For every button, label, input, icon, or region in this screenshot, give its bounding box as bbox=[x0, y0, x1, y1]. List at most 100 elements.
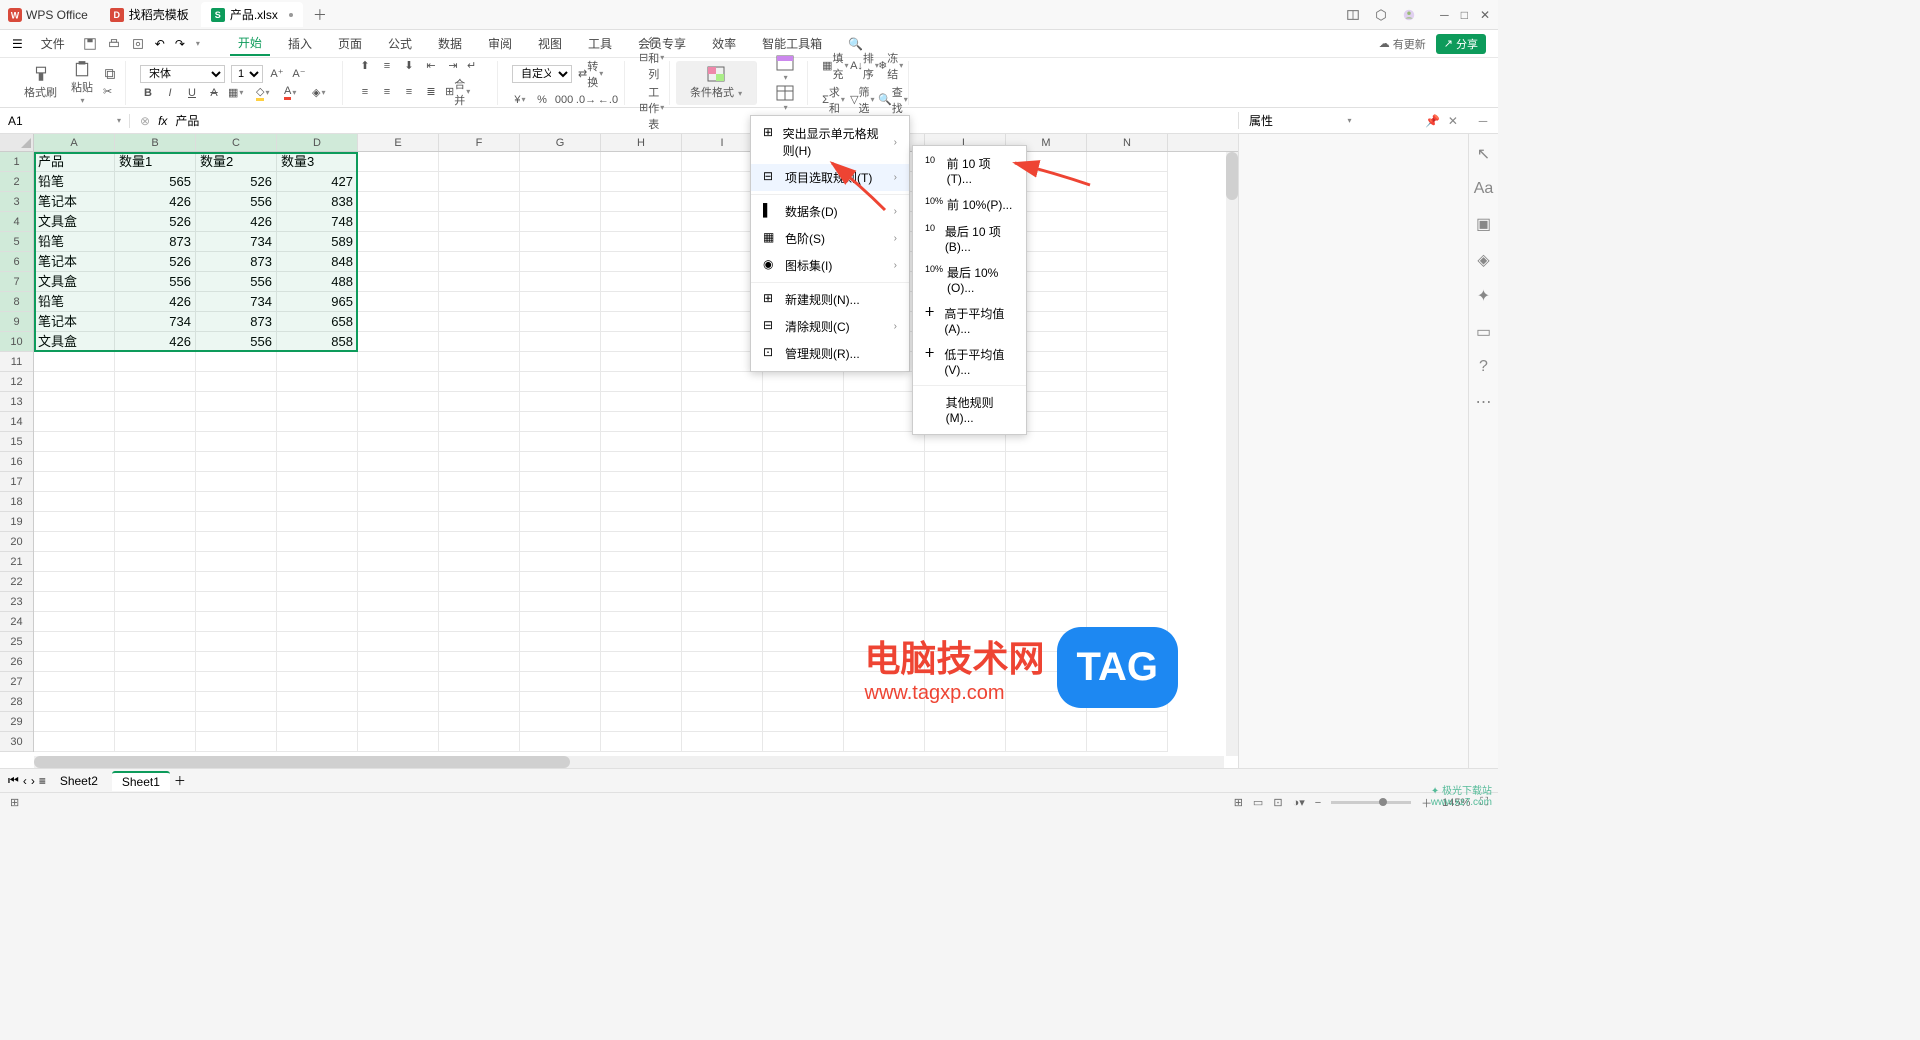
share-button[interactable]: ↗ 分享 bbox=[1436, 34, 1486, 54]
object-tool-icon[interactable]: ▭ bbox=[1476, 322, 1491, 342]
cell[interactable] bbox=[1087, 312, 1168, 332]
cell[interactable] bbox=[115, 452, 196, 472]
cell[interactable] bbox=[520, 732, 601, 752]
file-menu[interactable]: 文件 bbox=[33, 32, 73, 55]
cell[interactable]: 848 bbox=[277, 252, 358, 272]
cell-style-button[interactable]: ▾ bbox=[771, 54, 799, 82]
cell[interactable]: 556 bbox=[196, 272, 277, 292]
cell[interactable] bbox=[682, 392, 763, 412]
search-icon[interactable]: 🔍 bbox=[848, 37, 863, 51]
cell[interactable] bbox=[196, 472, 277, 492]
cell[interactable] bbox=[763, 592, 844, 612]
cell[interactable] bbox=[844, 452, 925, 472]
submenu-top-10-percent[interactable]: 10%前 10%(P)... bbox=[913, 191, 1026, 218]
row-header[interactable]: 17 bbox=[0, 472, 33, 492]
cell[interactable]: 笔记本 bbox=[34, 312, 115, 332]
cell[interactable] bbox=[439, 352, 520, 372]
select-tool-icon[interactable]: ↖ bbox=[1477, 144, 1490, 164]
conditional-format-button[interactable]: 条件格式 ▾ bbox=[684, 63, 748, 102]
cell[interactable] bbox=[34, 652, 115, 672]
cell[interactable] bbox=[682, 512, 763, 532]
cell[interactable] bbox=[520, 252, 601, 272]
cell[interactable]: 556 bbox=[115, 272, 196, 292]
cell[interactable] bbox=[1087, 252, 1168, 272]
cell[interactable] bbox=[925, 572, 1006, 592]
cell[interactable] bbox=[520, 672, 601, 692]
column-header[interactable]: E bbox=[358, 134, 439, 151]
cell[interactable] bbox=[196, 652, 277, 672]
row-header[interactable]: 2 bbox=[0, 172, 33, 192]
cell[interactable] bbox=[682, 612, 763, 632]
cell[interactable] bbox=[358, 292, 439, 312]
cell[interactable]: 文具盒 bbox=[34, 332, 115, 352]
cell[interactable] bbox=[358, 692, 439, 712]
cell[interactable] bbox=[439, 192, 520, 212]
cell[interactable] bbox=[520, 352, 601, 372]
cell[interactable] bbox=[34, 572, 115, 592]
font-family-select[interactable]: 宋体 bbox=[140, 65, 225, 83]
cell[interactable] bbox=[1087, 712, 1168, 732]
ribbon-tab-smart[interactable]: 智能工具箱 bbox=[754, 32, 830, 55]
cell[interactable] bbox=[682, 672, 763, 692]
cell[interactable] bbox=[1087, 152, 1168, 172]
cell[interactable] bbox=[1006, 452, 1087, 472]
cell[interactable] bbox=[115, 492, 196, 512]
cell[interactable] bbox=[1087, 572, 1168, 592]
cell[interactable] bbox=[358, 392, 439, 412]
cell[interactable] bbox=[115, 732, 196, 752]
cell[interactable] bbox=[682, 632, 763, 652]
cell[interactable] bbox=[115, 612, 196, 632]
ribbon-tab-tools[interactable]: 工具 bbox=[580, 32, 620, 55]
align-middle-icon[interactable]: ≡ bbox=[379, 58, 395, 74]
cell[interactable] bbox=[763, 412, 844, 432]
cell[interactable] bbox=[682, 372, 763, 392]
cell[interactable] bbox=[763, 612, 844, 632]
cell[interactable] bbox=[277, 692, 358, 712]
increase-indent-icon[interactable]: ⇥ bbox=[445, 58, 461, 74]
cell[interactable] bbox=[763, 692, 844, 712]
row-header[interactable]: 24 bbox=[0, 612, 33, 632]
cell[interactable] bbox=[277, 512, 358, 532]
cell[interactable] bbox=[439, 432, 520, 452]
cell[interactable] bbox=[601, 652, 682, 672]
sheet-prev-icon[interactable]: ‹ bbox=[23, 774, 27, 788]
cell[interactable] bbox=[358, 272, 439, 292]
cell[interactable] bbox=[763, 472, 844, 492]
row-header[interactable]: 7 bbox=[0, 272, 33, 292]
cell[interactable] bbox=[1006, 532, 1087, 552]
row-header[interactable]: 1 bbox=[0, 152, 33, 172]
cell[interactable] bbox=[763, 652, 844, 672]
rowcol-button[interactable]: ⊟ 行和列▾ bbox=[639, 34, 661, 82]
cell[interactable] bbox=[196, 572, 277, 592]
row-header[interactable]: 8 bbox=[0, 292, 33, 312]
cell[interactable]: 426 bbox=[115, 292, 196, 312]
add-sheet-button[interactable]: ＋ bbox=[174, 772, 186, 789]
row-header[interactable]: 30 bbox=[0, 732, 33, 752]
cell[interactable] bbox=[520, 532, 601, 552]
row-header[interactable]: 11 bbox=[0, 352, 33, 372]
cell[interactable] bbox=[1006, 732, 1087, 752]
ribbon-tab-data[interactable]: 数据 bbox=[430, 32, 470, 55]
cell[interactable] bbox=[682, 572, 763, 592]
row-header[interactable]: 25 bbox=[0, 632, 33, 652]
menu-clear-rules[interactable]: ⊟清除规则(C)› bbox=[751, 313, 909, 340]
cell[interactable] bbox=[601, 492, 682, 512]
cell[interactable] bbox=[520, 292, 601, 312]
cell[interactable]: 589 bbox=[277, 232, 358, 252]
layer-tool-icon[interactable]: ◈ bbox=[1477, 250, 1489, 270]
cell[interactable] bbox=[277, 592, 358, 612]
cell[interactable] bbox=[763, 632, 844, 652]
cell[interactable] bbox=[196, 432, 277, 452]
cell[interactable] bbox=[601, 572, 682, 592]
cell[interactable] bbox=[520, 232, 601, 252]
cell[interactable]: 427 bbox=[277, 172, 358, 192]
copy-icon[interactable] bbox=[103, 67, 117, 81]
cell[interactable] bbox=[196, 512, 277, 532]
cell[interactable] bbox=[925, 452, 1006, 472]
hamburger-icon[interactable]: ☰ bbox=[12, 37, 23, 51]
cell[interactable] bbox=[682, 472, 763, 492]
cell[interactable]: 526 bbox=[196, 172, 277, 192]
menu-top-bottom-rules[interactable]: ⊟项目选取规则(T)› bbox=[751, 164, 909, 191]
row-header[interactable]: 28 bbox=[0, 692, 33, 712]
cube-icon[interactable] bbox=[1374, 8, 1388, 22]
